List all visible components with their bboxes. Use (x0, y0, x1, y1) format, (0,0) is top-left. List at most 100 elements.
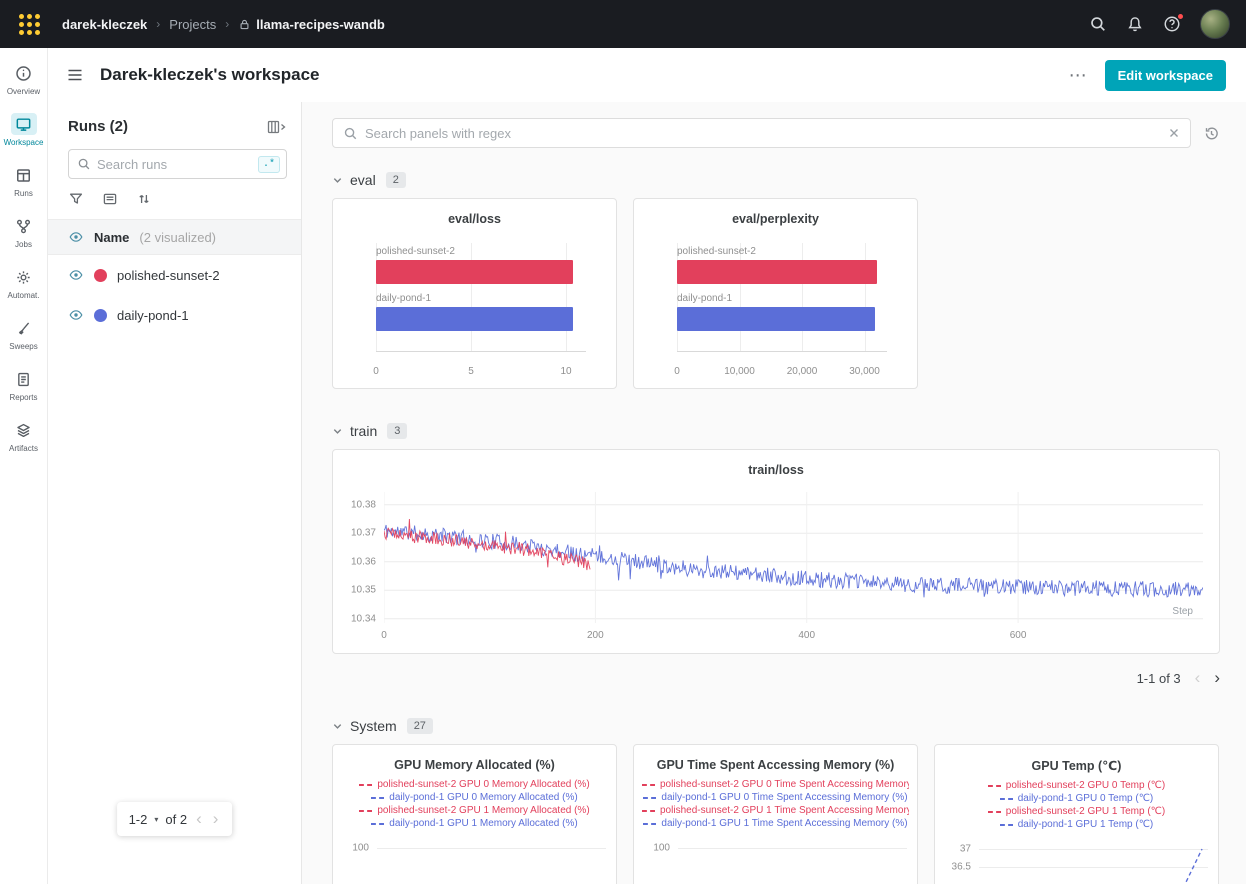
edit-workspace-button[interactable]: Edit workspace (1105, 60, 1226, 91)
notifications-bell-icon[interactable] (1126, 15, 1144, 33)
history-icon[interactable] (1203, 125, 1220, 142)
chevron-right-icon[interactable]: › (211, 809, 221, 829)
legend-entry[interactable]: polished-sunset-2 GPU 0 Temp (℃) (935, 779, 1218, 792)
axis-tick-label: 20,000 (787, 366, 818, 377)
expand-runs-table-button[interactable] (267, 119, 287, 135)
axis-tick-label: 10.38 (351, 499, 376, 510)
panel-train-loss[interactable]: train/loss 10.3410.3510.3610.3710.380200… (332, 449, 1220, 654)
section-system-header[interactable]: System 27 (332, 718, 1220, 734)
legend-entry[interactable]: daily-pond-1 GPU 1 Time Spent Accessing … (634, 817, 917, 830)
eye-visibility-icon[interactable] (68, 229, 84, 245)
panels-area[interactable]: eval 2 eval/loss polished-sunset-2daily-… (302, 102, 1246, 884)
caret-down-icon[interactable]: ▾ (154, 815, 158, 824)
search-icon[interactable] (1089, 15, 1107, 33)
legend-dash-mark (643, 823, 656, 825)
run-row-polished-sunset-2[interactable]: polished-sunset-2 (48, 255, 301, 295)
avatar[interactable] (1200, 9, 1230, 39)
legend-label: polished-sunset-2 GPU 1 Memory Allocated… (377, 804, 589, 817)
runs-search-input[interactable] (97, 157, 258, 172)
panel-eval-perplexity[interactable]: eval/perplexity polished-sunset-2daily-p… (633, 198, 918, 389)
eye-visibility-icon[interactable] (68, 267, 84, 283)
chevron-left-icon[interactable]: ‹ (1195, 668, 1201, 688)
legend-dash-mark (988, 811, 1001, 813)
section-count-badge: 27 (407, 718, 433, 734)
sidebar-item-reports[interactable]: Reports (1, 368, 47, 402)
section-eval-header[interactable]: eval 2 (332, 172, 1220, 188)
section-name: System (350, 718, 397, 734)
chevron-left-icon[interactable]: ‹ (194, 809, 204, 829)
eye-visibility-icon[interactable] (68, 307, 84, 323)
run-name[interactable]: daily-pond-1 (117, 308, 189, 323)
bar[interactable] (376, 307, 573, 331)
legend-entry[interactable]: daily-pond-1 GPU 0 Memory Allocated (%) (333, 791, 616, 804)
axis-tick-label: 0 (674, 366, 680, 377)
series-rising-line (1170, 841, 1208, 884)
run-row-daily-pond-1[interactable]: daily-pond-1 (48, 295, 301, 335)
axis-tick-label: 10.36 (351, 556, 376, 567)
regex-toggle-button[interactable]: .* (258, 156, 280, 173)
sidebar-item-sweeps[interactable]: Sweeps (1, 317, 47, 351)
legend-entry[interactable]: daily-pond-1 GPU 1 Memory Allocated (%) (333, 817, 616, 830)
help-icon[interactable] (1163, 15, 1181, 33)
clear-search-icon[interactable] (1168, 127, 1180, 139)
name-column-header[interactable]: Name (94, 230, 129, 245)
sort-icon[interactable] (136, 191, 152, 207)
run-name[interactable]: polished-sunset-2 (117, 268, 220, 283)
section-train-header[interactable]: train 3 (332, 423, 1220, 439)
panel-gpu-time-accessing-memory[interactable]: GPU Time Spent Accessing Memory (%) poli… (633, 744, 918, 884)
run-color-dot (94, 269, 107, 282)
panel-eval-loss[interactable]: eval/loss polished-sunset-2daily-pond-10… (332, 198, 617, 389)
bar[interactable] (677, 307, 875, 331)
sidebar-item-automations[interactable]: Automat. (1, 266, 47, 300)
breadcrumb-separator: › (156, 17, 160, 31)
bar-category-label: polished-sunset-2 (677, 246, 887, 257)
legend-entry[interactable]: daily-pond-1 GPU 0 Time Spent Accessing … (634, 791, 917, 804)
panel-title: GPU Memory Allocated (%) (333, 758, 616, 772)
legend-entry[interactable]: daily-pond-1 GPU 0 Temp (℃) (935, 792, 1218, 805)
sidebar-item-workspace[interactable]: Workspace (1, 113, 47, 147)
legend-entry[interactable]: polished-sunset-2 GPU 1 Temp (℃) (935, 805, 1218, 818)
sidebar-item-label: Automat. (7, 291, 39, 300)
breadcrumb-user[interactable]: darek-kleczek (62, 17, 147, 32)
sidebar-item-jobs[interactable]: Jobs (1, 215, 47, 249)
panels-search-input[interactable] (365, 126, 1168, 141)
overflow-menu-button[interactable]: ⋯ (1069, 66, 1087, 84)
sidebar-item-runs[interactable]: Runs (1, 164, 47, 198)
legend-entry[interactable]: polished-sunset-2 GPU 0 Memory Allocated… (333, 778, 616, 791)
series-daily-pond-1 (384, 525, 1203, 597)
runs-pagination: 1-2 ▾ of 2 ‹ › (117, 802, 233, 836)
axis-tick-label: 100 (642, 843, 670, 854)
chevron-right-icon[interactable]: › (1214, 668, 1220, 688)
legend-entry[interactable]: polished-sunset-2 GPU 0 Time Spent Acces… (634, 778, 917, 791)
breadcrumb-projects[interactable]: Projects (169, 17, 216, 32)
panel-title: GPU Time Spent Accessing Memory (%) (634, 758, 917, 772)
legend-entry[interactable]: polished-sunset-2 GPU 1 Time Spent Acces… (634, 804, 917, 817)
bar-category-label: polished-sunset-2 (376, 246, 586, 257)
legend-dash-mark (642, 810, 655, 812)
panel-gpu-memory-allocated[interactable]: GPU Memory Allocated (%) polished-sunset… (332, 744, 617, 884)
axis-tick-label: 400 (798, 630, 815, 641)
artifacts-layers-icon (11, 419, 37, 441)
breadcrumb: darek-kleczek › Projects › llama-recipes… (62, 17, 385, 32)
group-list-icon[interactable] (102, 191, 118, 207)
line-plot: 100 (642, 840, 909, 884)
sidebar-item-overview[interactable]: Overview (1, 62, 47, 96)
bar[interactable] (677, 260, 877, 284)
bar[interactable] (376, 260, 573, 284)
menu-hamburger-icon[interactable] (66, 66, 84, 84)
panel-gpu-temp[interactable]: GPU Temp (℃) polished-sunset-2 GPU 0 Tem… (934, 744, 1219, 884)
workspace-icon (11, 113, 37, 135)
run-color-dot (94, 309, 107, 322)
legend-entry[interactable]: polished-sunset-2 GPU 1 Memory Allocated… (333, 804, 616, 817)
chevron-down-icon (332, 175, 343, 186)
wandb-logo[interactable] (0, 0, 58, 48)
sidebar-item-artifacts[interactable]: Artifacts (1, 419, 47, 453)
breadcrumb-project[interactable]: llama-recipes-wandb (256, 17, 385, 32)
legend-entry[interactable]: daily-pond-1 GPU 1 Temp (℃) (935, 818, 1218, 831)
visualized-count: (2 visualized) (139, 230, 216, 245)
axis-tick-label: 10 (560, 366, 571, 377)
page-range[interactable]: 1-2 (129, 812, 148, 827)
filter-funnel-icon[interactable] (68, 191, 84, 207)
legend-dash-mark (1000, 798, 1013, 800)
chart-legend: polished-sunset-2 GPU 0 Time Spent Acces… (634, 778, 917, 830)
